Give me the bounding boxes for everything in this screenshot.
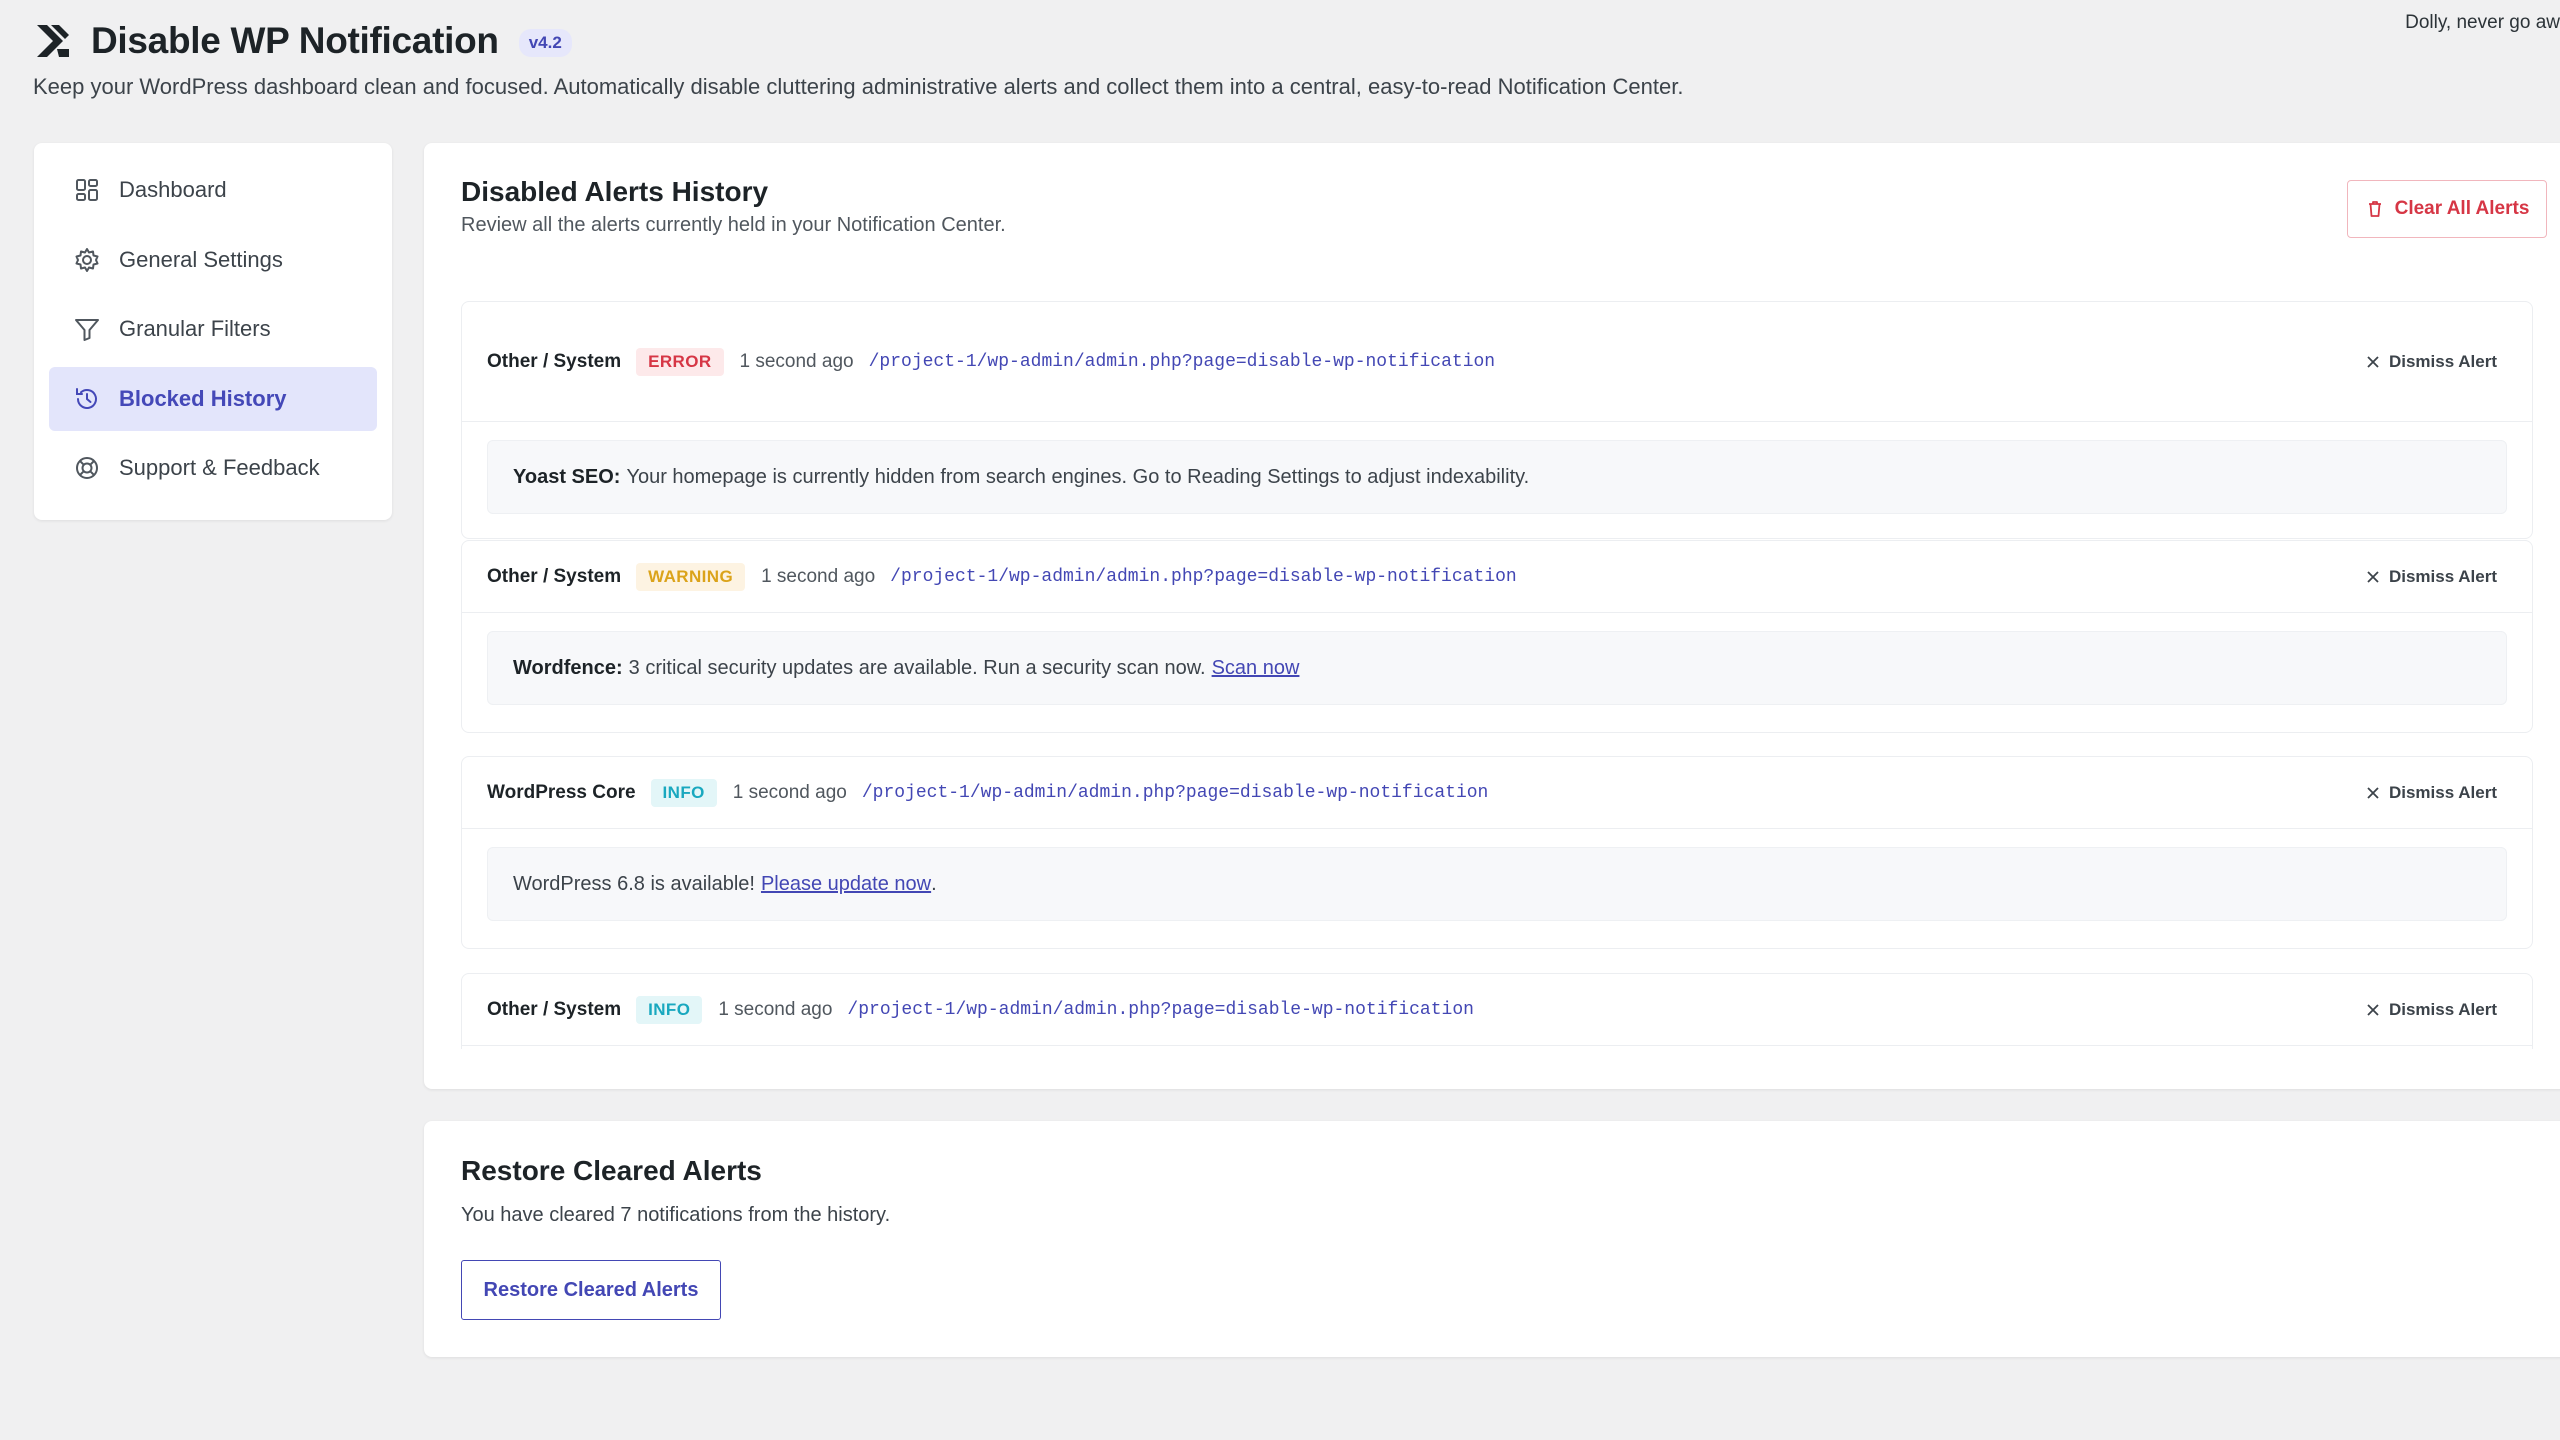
clear-all-alerts-button[interactable]: Clear All Alerts bbox=[2347, 180, 2547, 238]
close-icon bbox=[2367, 570, 2379, 583]
page-title: Disable WP Notification bbox=[91, 20, 499, 61]
sidebar-item-support-feedback[interactable]: Support & Feedback bbox=[49, 436, 377, 500]
restore-title: Restore Cleared Alerts bbox=[461, 1155, 762, 1186]
alert-header: Other / System INFO 1 second ago /projec… bbox=[462, 974, 2532, 1046]
clear-all-label: Clear All Alerts bbox=[2394, 198, 2530, 219]
severity-badge: ERROR bbox=[636, 347, 724, 376]
alert-url: /project-1/wp-admin/admin.php?page=disab… bbox=[890, 566, 1517, 587]
alert-header: Other / System ERROR 1 second ago /proje… bbox=[462, 302, 2532, 422]
alert-message: Yoast SEO: Your homepage is currently hi… bbox=[487, 440, 2507, 514]
sidebar-item-dashboard[interactable]: Dashboard bbox=[49, 158, 377, 222]
alert-time: 1 second ago bbox=[761, 565, 876, 587]
dismiss-label: Dismiss Alert bbox=[2388, 566, 2497, 586]
sidebar-item-label: Support & Feedback bbox=[119, 455, 320, 480]
close-icon bbox=[2367, 355, 2379, 368]
dismiss-alert-button[interactable]: Dismiss Alert bbox=[2366, 567, 2497, 587]
alert-message-text: WordPress 6.8 is available! bbox=[513, 872, 755, 895]
alert-source: WordPress Core bbox=[487, 781, 636, 803]
close-icon bbox=[2367, 1003, 2379, 1016]
alert-time: 1 second ago bbox=[718, 998, 833, 1020]
plugin-page: Dolly, never go aw Disable WP Notificati… bbox=[0, 0, 2560, 1440]
alert-time: 1 second ago bbox=[739, 350, 854, 372]
alert-header: WordPress Core INFO 1 second ago /projec… bbox=[462, 757, 2532, 829]
severity-badge: INFO bbox=[636, 995, 703, 1024]
sidebar-item-label: Granular Filters bbox=[119, 316, 271, 341]
alert-header: Other / System WARNING 1 second ago /pro… bbox=[462, 541, 2532, 613]
alert-card: Other / System INFO 1 second ago /projec… bbox=[461, 973, 2533, 1049]
sidebar-item-granular-filters[interactable]: Granular Filters bbox=[49, 297, 377, 361]
history-icon bbox=[76, 387, 97, 409]
alert-url: /project-1/wp-admin/admin.php?page=disab… bbox=[861, 782, 1489, 803]
alert-message-text: 3 critical security updates are availabl… bbox=[628, 656, 1206, 679]
sidebar-item-blocked-history[interactable]: Blocked History bbox=[49, 366, 377, 431]
section-title: Disabled Alerts History bbox=[461, 176, 769, 207]
alert-url: /project-1/wp-admin/admin.php?page=disab… bbox=[847, 999, 1474, 1020]
alert-url: /project-1/wp-admin/admin.php?page=disab… bbox=[868, 351, 1496, 372]
dismiss-label: Dismiss Alert bbox=[2388, 351, 2497, 371]
plugin-logo-icon bbox=[37, 25, 69, 57]
page-header: Disable WP Notification v4.2 bbox=[33, 20, 572, 62]
close-icon bbox=[2367, 786, 2379, 799]
severity-badge: WARNING bbox=[636, 562, 746, 591]
alert-message-source: Wordfence: bbox=[513, 656, 623, 679]
update-now-link[interactable]: Please update now bbox=[761, 873, 931, 896]
dismiss-alert-button[interactable]: Dismiss Alert bbox=[2366, 1000, 2497, 1020]
restore-description: You have cleared 7 notifications from th… bbox=[461, 1204, 891, 1226]
dismiss-alert-button[interactable]: Dismiss Alert bbox=[2366, 352, 2497, 372]
dismiss-label: Dismiss Alert bbox=[2388, 999, 2497, 1019]
alert-source: Other / System bbox=[487, 998, 622, 1020]
alerts-history-panel: Disabled Alerts History Review all the a… bbox=[424, 143, 2560, 1089]
sidebar-nav: Dashboard General Settings Granular Filt… bbox=[34, 143, 392, 520]
alert-message: WordPress 6.8 is available! Please updat… bbox=[487, 847, 2507, 921]
alert-message-text: Your homepage is currently hidden from s… bbox=[626, 465, 1530, 488]
gear-icon bbox=[75, 247, 99, 272]
sidebar-item-general-settings[interactable]: General Settings bbox=[49, 228, 377, 292]
dismiss-alert-button[interactable]: Dismiss Alert bbox=[2366, 783, 2497, 803]
hello-dolly-text: Dolly, never go aw bbox=[2405, 12, 2560, 33]
severity-badge: INFO bbox=[650, 778, 717, 807]
alert-card: Other / System ERROR 1 second ago /proje… bbox=[461, 301, 2533, 539]
scan-now-link[interactable]: Scan now bbox=[1212, 657, 1300, 680]
alert-source: Other / System bbox=[487, 350, 622, 372]
restore-panel: Restore Cleared Alerts You have cleared … bbox=[424, 1121, 2560, 1357]
brand: Disable WP Notification v4.2 bbox=[33, 20, 572, 62]
sidebar-item-label: General Settings bbox=[119, 246, 283, 272]
version-badge: v4.2 bbox=[518, 29, 572, 57]
alert-card: WordPress Core INFO 1 second ago /projec… bbox=[461, 756, 2533, 949]
alert-message-suffix: . bbox=[931, 872, 937, 895]
page-tagline: Keep your WordPress dashboard clean and … bbox=[33, 74, 1684, 99]
sidebar-item-label: Dashboard bbox=[119, 177, 227, 202]
alert-card: Other / System WARNING 1 second ago /pro… bbox=[461, 540, 2533, 733]
alert-message: Wordfence: 3 critical security updates a… bbox=[487, 631, 2507, 705]
alert-message-source: Yoast SEO: bbox=[513, 465, 621, 488]
alert-list[interactable]: Other / System ERROR 1 second ago /proje… bbox=[461, 301, 2533, 1049]
alert-time: 1 second ago bbox=[732, 781, 847, 803]
filter-icon bbox=[75, 319, 99, 341]
dismiss-label: Dismiss Alert bbox=[2388, 782, 2497, 802]
dashboard-icon bbox=[76, 179, 98, 201]
section-subtitle: Review all the alerts currently held in … bbox=[461, 214, 1006, 236]
sidebar-item-label: Blocked History bbox=[119, 385, 287, 411]
lifebuoy-icon bbox=[76, 457, 98, 479]
restore-cleared-alerts-button[interactable]: Restore Cleared Alerts bbox=[461, 1260, 721, 1320]
trash-icon bbox=[2368, 201, 2381, 217]
alert-source: Other / System bbox=[487, 565, 622, 587]
